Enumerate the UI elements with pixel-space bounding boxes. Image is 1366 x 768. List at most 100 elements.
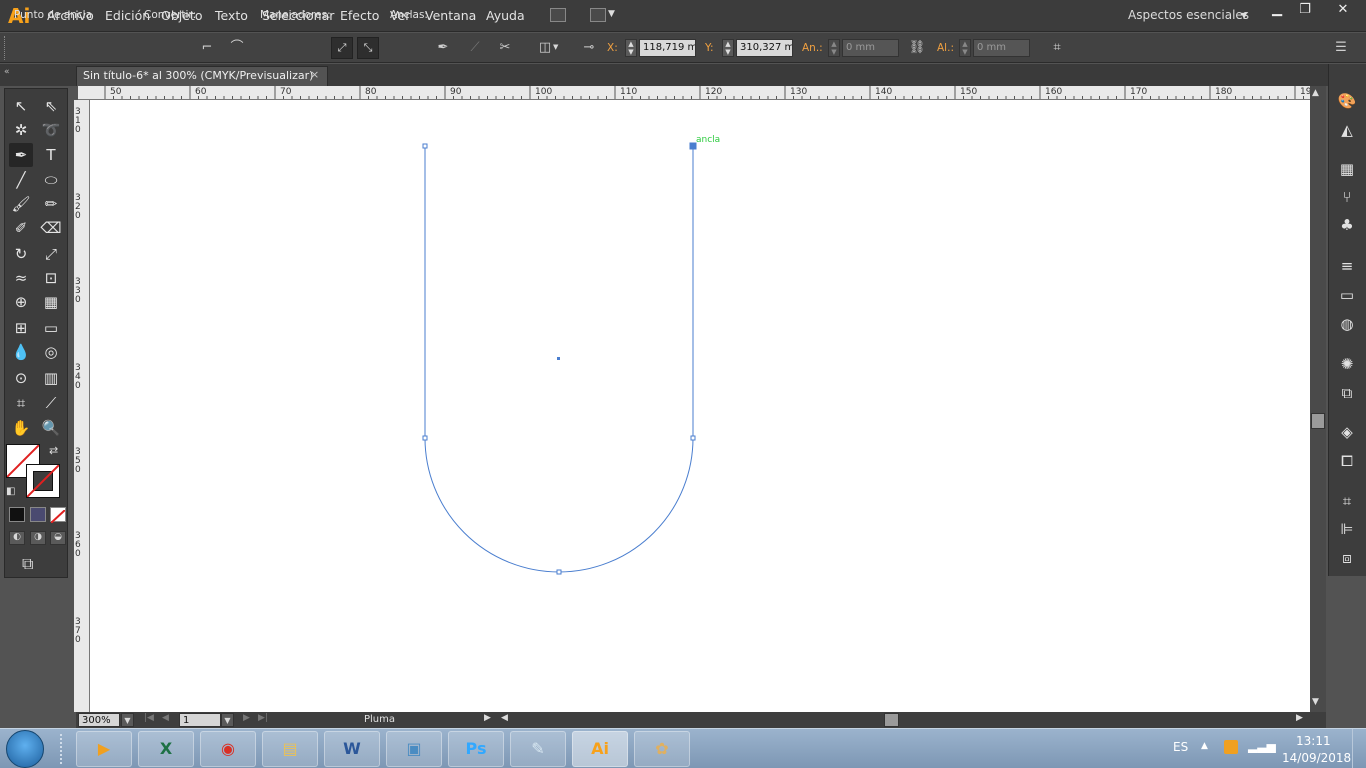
- shape-builder-tool-icon[interactable]: ⊕: [9, 290, 33, 314]
- network-icon[interactable]: ▂▃▅: [1248, 739, 1276, 753]
- type-tool-icon[interactable]: T: [39, 143, 63, 167]
- appearance-panel-icon[interactable]: ✺: [1336, 353, 1358, 375]
- zoom-field[interactable]: 300%: [78, 713, 120, 727]
- x-field[interactable]: 118,719 mm: [639, 39, 696, 57]
- draw-inside-icon[interactable]: ◒: [50, 531, 66, 545]
- selection-tool-icon[interactable]: ↖: [9, 94, 33, 118]
- hand-tool-icon[interactable]: ✋: [9, 416, 33, 440]
- taskbar-file-explorer[interactable]: ▤: [262, 731, 318, 767]
- link-proportions-icon[interactable]: ⛓: [908, 39, 926, 57]
- menu-ayuda[interactable]: Ayuda: [486, 8, 525, 23]
- language-indicator[interactable]: ES: [1173, 740, 1188, 754]
- paintbrush-tool-icon[interactable]: 🖌: [9, 192, 33, 216]
- x-stepper[interactable]: ▲ ▼: [625, 39, 637, 57]
- workspace-chevron-icon[interactable]: ▼: [1241, 11, 1247, 20]
- width-field[interactable]: 0 mm: [842, 39, 899, 57]
- direct-selection-tool-icon[interactable]: ⇖: [39, 94, 63, 118]
- taskbar-paint[interactable]: ✿: [634, 731, 690, 767]
- draw-normal-icon[interactable]: ◐: [9, 531, 25, 545]
- artboards-panel-icon[interactable]: ⧠: [1336, 450, 1358, 472]
- status-menu-icon[interactable]: ▶: [484, 713, 491, 723]
- stroke-swatch[interactable]: [26, 464, 60, 498]
- vertical-scroll-thumb[interactable]: [1311, 413, 1325, 429]
- stroke-panel-icon[interactable]: ≡: [1336, 255, 1358, 277]
- graphic-styles-icon[interactable]: ⧉: [1336, 382, 1358, 404]
- artboard-dropdown-icon[interactable]: ▼: [221, 713, 234, 727]
- color-panel-icon[interactable]: 🎨: [1336, 90, 1358, 112]
- artboard-canvas[interactable]: ancla: [90, 100, 1310, 712]
- height-stepper[interactable]: ▲ ▼: [959, 39, 971, 57]
- first-artboard-icon[interactable]: |◀: [144, 713, 154, 723]
- document-tab[interactable]: Sin título-6* al 300% (CMYK/Previsualiza…: [76, 66, 328, 86]
- transform-panel-icon[interactable]: ⌗: [1336, 490, 1358, 512]
- connect-anchors-icon[interactable]: ⟋: [466, 39, 484, 57]
- scale-tool-icon[interactable]: ⤢: [39, 242, 63, 266]
- artboard-number-field[interactable]: 1: [179, 713, 221, 727]
- zoom-dropdown-icon[interactable]: ▼: [121, 713, 134, 727]
- show-handles-icon[interactable]: ⤢: [331, 37, 353, 59]
- color-guide-icon[interactable]: ◭: [1336, 119, 1358, 141]
- close-icon[interactable]: ✕: [1326, 1, 1360, 19]
- eraser-tool-icon[interactable]: ⌫: [39, 216, 63, 240]
- symbols-panel-icon[interactable]: ♣: [1336, 214, 1358, 236]
- menu-texto[interactable]: Texto: [215, 8, 248, 23]
- blend-tool-icon[interactable]: ◎: [39, 340, 63, 364]
- isolate-chevron-icon[interactable]: ▼: [553, 43, 558, 51]
- scroll-right-icon[interactable]: ▶: [1296, 713, 1303, 723]
- taskbar-chrome[interactable]: ◉: [200, 731, 256, 767]
- start-button[interactable]: [6, 730, 44, 768]
- horizontal-ruler[interactable]: 50 60 70 80 90 100 110 120 130 140 150 1…: [78, 86, 1310, 100]
- ellipse-tool-icon[interactable]: ⬭: [39, 168, 63, 192]
- collapse-toolbar-icon[interactable]: «: [4, 67, 10, 77]
- slice-tool-icon[interactable]: ⟋: [39, 391, 63, 415]
- color-mode-icon[interactable]: [9, 507, 25, 522]
- pathfinder-panel-icon[interactable]: ⧈: [1336, 547, 1358, 569]
- prev-artboard-icon[interactable]: ◀: [162, 713, 169, 723]
- clock-time[interactable]: 13:11: [1296, 734, 1331, 748]
- transparency-panel-icon[interactable]: ◍: [1336, 313, 1358, 335]
- menu-efecto[interactable]: Efecto: [340, 8, 379, 23]
- y-field[interactable]: 310,327 mm: [736, 39, 793, 57]
- layers-panel-icon[interactable]: ◈: [1336, 421, 1358, 443]
- y-stepper[interactable]: ▲ ▼: [722, 39, 734, 57]
- menu-ventana[interactable]: Ventana: [425, 8, 476, 23]
- restore-icon[interactable]: ❐: [1290, 1, 1320, 19]
- arrange-documents-icon[interactable]: [590, 8, 606, 22]
- scroll-down-icon[interactable]: ▼: [1312, 697, 1319, 707]
- isolate-icon[interactable]: ◫: [536, 39, 554, 57]
- hide-handles-icon[interactable]: ⤡: [357, 37, 379, 59]
- height-field[interactable]: 0 mm: [973, 39, 1030, 57]
- convert-corner-icon[interactable]: ⌐: [198, 39, 216, 57]
- blob-brush-tool-icon[interactable]: ✐: [9, 216, 33, 240]
- perspective-grid-tool-icon[interactable]: ▦: [39, 290, 63, 314]
- scroll-up-icon[interactable]: ▲: [1312, 88, 1319, 98]
- screen-mode-icon[interactable]: ⧉: [22, 554, 33, 574]
- symbol-sprayer-tool-icon[interactable]: ⊙: [9, 366, 33, 390]
- show-hidden-icons-icon[interactable]: ▲: [1201, 741, 1208, 751]
- transform-icon[interactable]: ⌗: [1048, 39, 1066, 57]
- last-artboard-icon[interactable]: ▶|: [258, 713, 268, 723]
- show-desktop-button[interactable]: [1352, 729, 1366, 768]
- pencil-tool-icon[interactable]: ✏: [39, 192, 63, 216]
- none-mode-icon[interactable]: [50, 507, 66, 524]
- scroll-left-icon[interactable]: ◀: [501, 713, 508, 723]
- swatches-panel-icon[interactable]: ▦: [1336, 158, 1358, 180]
- next-artboard-icon[interactable]: ▶: [243, 713, 250, 723]
- chevron-down-icon[interactable]: ▼: [608, 9, 615, 19]
- free-transform-tool-icon[interactable]: ⊡: [39, 266, 63, 290]
- tab-close-icon[interactable]: ×: [310, 68, 319, 81]
- graph-tool-icon[interactable]: ▥: [39, 366, 63, 390]
- taskbar-excel[interactable]: X: [138, 731, 194, 767]
- clock-date[interactable]: 14/09/2018: [1282, 751, 1351, 765]
- gradient-tool-icon[interactable]: ▭: [39, 316, 63, 340]
- taskbar-word[interactable]: W: [324, 731, 380, 767]
- gradient-mode-icon[interactable]: [30, 507, 46, 522]
- panel-menu-icon[interactable]: ☰: [1332, 39, 1350, 57]
- zoom-tool-icon[interactable]: 🔍: [39, 416, 63, 440]
- width-stepper[interactable]: ▲ ▼: [828, 39, 840, 57]
- width-tool-icon[interactable]: ≈: [9, 266, 33, 290]
- tray-app-icon[interactable]: [1224, 740, 1238, 754]
- reference-point-icon[interactable]: ⊸: [580, 39, 598, 57]
- gradient-panel-icon[interactable]: ▭: [1336, 284, 1358, 306]
- minimize-icon[interactable]: ▁: [1262, 1, 1292, 19]
